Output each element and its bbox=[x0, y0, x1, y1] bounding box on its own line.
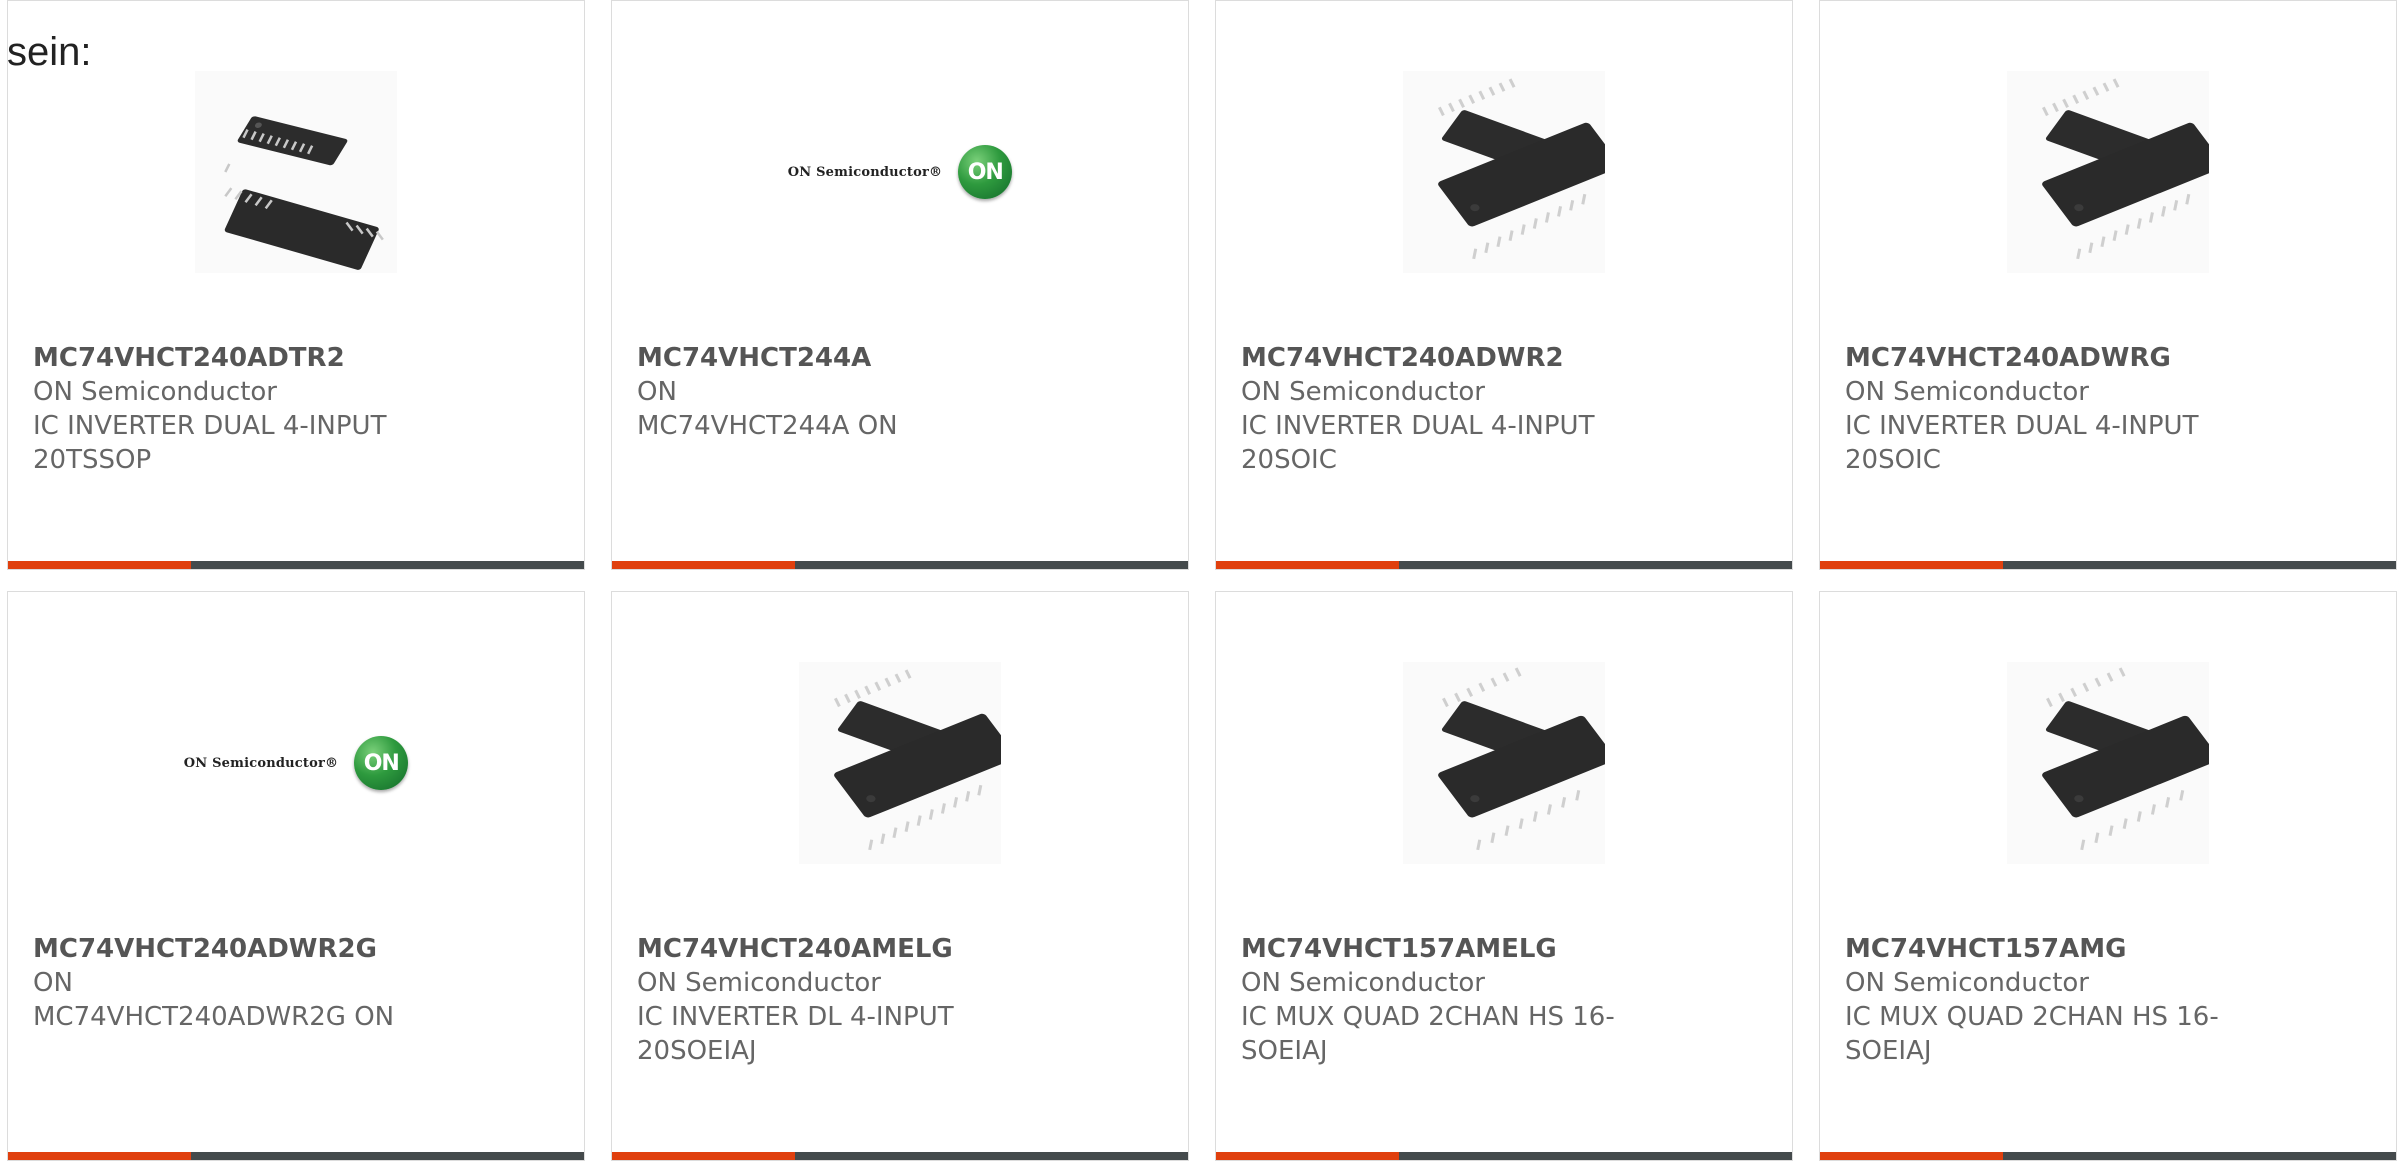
chip-soic-16-icon bbox=[2007, 662, 2209, 864]
part-number[interactable]: MC74VHCT240ADWR2 bbox=[1241, 341, 1767, 375]
card-accent bbox=[1820, 1152, 2003, 1160]
card-accent bbox=[1216, 1152, 1399, 1160]
product-description: MC74VHCT244A ON bbox=[637, 411, 898, 441]
product-card[interactable]: MC74VHCT240AMELG ON Semiconductor IC INV… bbox=[611, 591, 1189, 1161]
card-accent bbox=[1820, 561, 2003, 569]
product-image[interactable] bbox=[1820, 71, 2396, 273]
product-card[interactable]: MC74VHCT157AMELG ON Semiconductor IC MUX… bbox=[1215, 591, 1793, 1161]
product-description: IC INVERTER DUAL 4-INPUT 20SOIC bbox=[1241, 411, 1595, 475]
manufacturer: ON bbox=[33, 968, 73, 998]
chip-soic-icon bbox=[2007, 71, 2209, 273]
product-image[interactable] bbox=[1216, 662, 1792, 864]
card-footer-bar bbox=[612, 561, 1188, 569]
part-number[interactable]: MC74VHCT240ADTR2 bbox=[33, 341, 559, 375]
product-card[interactable]: ON Semiconductor® ON MC74VHCT244A ON MC7… bbox=[611, 0, 1189, 570]
card-footer-bar bbox=[612, 1152, 1188, 1160]
chip-tssop-icon bbox=[195, 71, 397, 273]
product-card[interactable]: MC74VHCT157AMG ON Semiconductor IC MUX Q… bbox=[1819, 591, 2397, 1161]
manufacturer: ON bbox=[637, 377, 677, 407]
manufacturer: ON Semiconductor bbox=[1241, 968, 1485, 998]
manufacturer: ON Semiconductor bbox=[1845, 377, 2089, 407]
logo-wordmark: ON Semiconductor® bbox=[183, 755, 339, 771]
logo-wordmark: ON Semiconductor® bbox=[787, 164, 943, 180]
product-image[interactable] bbox=[1820, 662, 2396, 864]
card-footer-bar bbox=[1820, 1152, 2396, 1160]
card-accent bbox=[1216, 561, 1399, 569]
manufacturer: ON Semiconductor bbox=[1845, 968, 2089, 998]
card-footer-bar bbox=[8, 1152, 584, 1160]
product-card[interactable]: MC74VHCT240ADWR2 ON Semiconductor IC INV… bbox=[1215, 0, 1793, 570]
part-number[interactable]: MC74VHCT240ADWRG bbox=[1845, 341, 2371, 375]
product-image[interactable]: ON Semiconductor® ON bbox=[8, 662, 584, 864]
chip-soic-icon bbox=[799, 662, 1001, 864]
intro-text: sein: bbox=[7, 30, 92, 74]
card-accent bbox=[612, 1152, 795, 1160]
product-image[interactable] bbox=[1216, 71, 1792, 273]
card-accent bbox=[8, 561, 191, 569]
product-card[interactable]: ON Semiconductor® ON MC74VHCT240ADWR2G O… bbox=[7, 591, 585, 1161]
part-number[interactable]: MC74VHCT157AMELG bbox=[1241, 932, 1767, 966]
part-number[interactable]: MC74VHCT240ADWR2G bbox=[33, 932, 559, 966]
product-description: IC INVERTER DUAL 4-INPUT 20SOIC bbox=[1845, 411, 2199, 475]
on-semiconductor-logo: ON Semiconductor® ON bbox=[184, 736, 409, 790]
product-description: IC INVERTER DL 4-INPUT 20SOEIAJ bbox=[637, 1002, 954, 1066]
part-number[interactable]: MC74VHCT244A bbox=[637, 341, 1163, 375]
card-accent bbox=[612, 561, 795, 569]
card-footer-bar bbox=[1216, 1152, 1792, 1160]
product-description: IC INVERTER DUAL 4-INPUT 20TSSOP bbox=[33, 411, 387, 475]
part-number[interactable]: MC74VHCT240AMELG bbox=[637, 932, 1163, 966]
product-description: MC74VHCT240ADWR2G ON bbox=[33, 1002, 395, 1032]
product-image[interactable]: ON Semiconductor® ON bbox=[612, 71, 1188, 273]
manufacturer: ON Semiconductor bbox=[637, 968, 881, 998]
product-image[interactable] bbox=[8, 71, 584, 273]
product-description: IC MUX QUAD 2CHAN HS 16- SOEIAJ bbox=[1241, 1002, 1615, 1066]
on-badge-icon: ON bbox=[958, 145, 1013, 199]
on-badge-icon: ON bbox=[354, 736, 409, 790]
card-footer-bar bbox=[1820, 561, 2396, 569]
product-card[interactable]: MC74VHCT240ADTR2 ON Semiconductor IC INV… bbox=[7, 0, 585, 570]
manufacturer: ON Semiconductor bbox=[33, 377, 277, 407]
part-number[interactable]: MC74VHCT157AMG bbox=[1845, 932, 2371, 966]
on-semiconductor-logo: ON Semiconductor® ON bbox=[788, 145, 1013, 199]
product-description: IC MUX QUAD 2CHAN HS 16- SOEIAJ bbox=[1845, 1002, 2219, 1066]
card-footer-bar bbox=[1216, 561, 1792, 569]
chip-soic-16-icon bbox=[1403, 662, 1605, 864]
chip-soic-icon bbox=[1403, 71, 1605, 273]
card-accent bbox=[8, 1152, 191, 1160]
product-card[interactable]: MC74VHCT240ADWRG ON Semiconductor IC INV… bbox=[1819, 0, 2397, 570]
product-image[interactable] bbox=[612, 662, 1188, 864]
card-footer-bar bbox=[8, 561, 584, 569]
manufacturer: ON Semiconductor bbox=[1241, 377, 1485, 407]
